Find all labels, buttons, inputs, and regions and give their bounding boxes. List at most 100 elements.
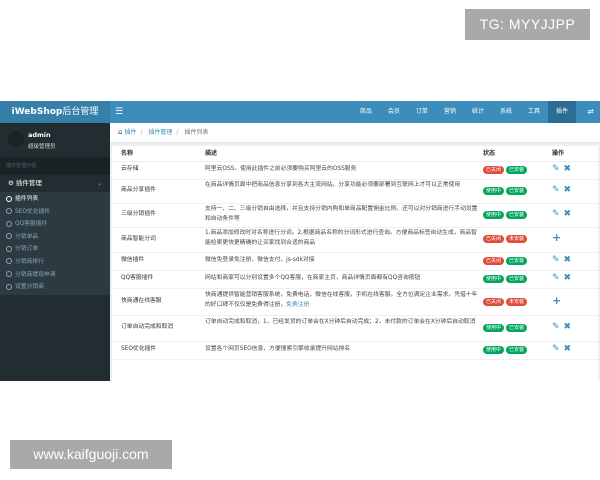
plugin-desc: 1,商品添加修改时对名称进行分词。2,根据商品名称的分词形式进行查询。方便商品标…: [205, 230, 477, 246]
breadcrumb-home[interactable]: 插件: [124, 129, 136, 136]
install-badge: 已安装: [506, 211, 528, 219]
install-badge: 已安装: [506, 166, 528, 174]
top-nav: 商品 会员 订单 营销 统计 系统 工具 插件: [352, 101, 576, 123]
sidebar-item-plugin-list[interactable]: 插件列表: [0, 193, 110, 206]
chevron-down-icon: ⌄: [96, 180, 102, 187]
install-badge: 未安装: [506, 298, 528, 306]
col-action: 操作: [552, 150, 565, 157]
plugin-name: 商品智能分词: [121, 236, 156, 242]
plugin-name: 订单自动完成和取消: [121, 324, 174, 330]
brand-logo[interactable]: iWebShop后台管理: [0, 101, 110, 123]
home-icon: ⌂: [118, 128, 123, 136]
sidebar-item-dist-withdraw[interactable]: 分销商提现申请: [0, 269, 110, 282]
status-badge: 使用中: [483, 346, 505, 354]
circle-icon: [6, 271, 12, 278]
install-badge: 已安装: [506, 275, 528, 283]
brand-subtitle: 后台管理: [62, 107, 99, 117]
sidebar-item-dist-goods[interactable]: 分销单品: [0, 231, 110, 244]
plugin-name: QQ客服插件: [121, 275, 154, 281]
col-status: 状态: [483, 150, 496, 157]
plugin-desc: 阿里云OSS。使用此插件之前必须要购买阿里云的OSS服务: [205, 166, 357, 172]
sidebar-item-dist-rank[interactable]: 分销商排行: [0, 256, 110, 269]
watermark-bottom: www.kaifguoji.com: [10, 440, 172, 469]
edit-icon[interactable]: ✎: [552, 323, 560, 332]
install-badge: 未安装: [506, 235, 528, 243]
nav-goods[interactable]: 商品: [352, 101, 380, 123]
plus-icon[interactable]: +: [552, 232, 561, 243]
close-icon[interactable]: ✖: [564, 165, 572, 174]
edit-icon[interactable]: ✎: [552, 186, 560, 195]
table-row: 快商通在线客服 快商通提供智能营销客服系统，免费电话，微信在线客服，手机在线客服…: [112, 288, 598, 316]
close-icon[interactable]: ✖: [564, 323, 572, 332]
sidebar-item-seo[interactable]: SEO优化插件: [0, 206, 110, 219]
plugin-table: 名称 描述 状态 操作 云存储 阿里云OSS。使用此插件之前必须要购买阿里云的O…: [112, 146, 598, 381]
nav-marketing[interactable]: 营销: [436, 101, 464, 123]
plugin-desc: 网站和商家可以分别设置多个QQ客服，在商家主页，商品详情页面都有QQ咨询按钮: [205, 275, 421, 281]
col-desc: 描述: [205, 150, 218, 157]
edit-icon[interactable]: ✎: [552, 210, 560, 219]
plus-icon[interactable]: +: [552, 295, 561, 306]
nav-statistics[interactable]: 统计: [464, 101, 492, 123]
plugin-name: 快商通在线客服: [121, 298, 162, 304]
breadcrumb-separator: /: [140, 129, 143, 136]
table-row: 订单自动完成和取消 订单自动完成和取消，1，已经发货的订单会在X分钟后自动完成；…: [112, 315, 598, 342]
circle-icon: [6, 208, 12, 215]
sidebar-group-plugins[interactable]: ⚙ 插件管理 ⌄: [0, 175, 110, 192]
circle-icon: [6, 220, 12, 227]
install-badge: 已安装: [506, 346, 528, 354]
table-row: 三级分销插件 支持一、二、三级分销自由选择，并且支持分销内购和单商品配置佣金比例…: [112, 203, 598, 228]
close-icon[interactable]: ✖: [564, 345, 572, 354]
register-link[interactable]: 免费注册: [286, 302, 309, 308]
sidebar-submenu: 插件列表 SEO优化插件 QQ客服插件 分销单品 分销订单 分销商排行 分销商提…: [0, 192, 110, 295]
nav-members[interactable]: 会员: [380, 101, 408, 123]
circle-icon: [6, 233, 12, 240]
plugin-desc: 设置各个网页SEO信息，方便搜索引擎收录提升网站排名: [205, 346, 351, 352]
edit-icon[interactable]: ✎: [552, 345, 560, 354]
close-icon[interactable]: ✖: [564, 186, 572, 195]
circle-icon: [6, 283, 12, 290]
status-badge: 使用中: [483, 275, 505, 283]
share-icon[interactable]: ⇌: [587, 101, 594, 123]
status-badge: 已关闭: [483, 298, 505, 306]
close-icon[interactable]: ✖: [564, 256, 572, 265]
sidebar-item-dist-orders[interactable]: 分销订单: [0, 243, 110, 256]
sidebar-group-label: 插件管理: [15, 179, 42, 187]
cogs-icon: ⚙: [8, 179, 14, 187]
nav-system[interactable]: 系统: [492, 101, 520, 123]
edit-icon[interactable]: ✎: [552, 256, 560, 265]
bars-icon[interactable]: ☰: [115, 101, 127, 123]
plugin-name: 三级分销插件: [121, 211, 156, 217]
sidebar-item-label: QQ客服插件: [15, 221, 48, 228]
plugin-name: 商品分享插件: [121, 187, 156, 193]
plugin-desc: 支持一、二、三级分销自由选择，并且支持分销内购和单商品配置佣金比例。还可以对分销…: [205, 206, 478, 222]
edit-icon[interactable]: ✎: [552, 274, 560, 283]
plugin-name: SEO优化插件: [121, 346, 157, 352]
status-badge: 已关闭: [483, 257, 505, 265]
nav-plugins[interactable]: 插件: [547, 101, 576, 123]
status-badge: 使用中: [483, 324, 505, 332]
table-row: 商品智能分词 1,商品添加修改时对名称进行分词。2,根据商品名称的分词形式进行查…: [112, 227, 598, 253]
plugin-desc-text: 快商通提供智能营销客服系统，免费电话，微信在线客服，手机在线客服。全方位满足企业…: [205, 292, 478, 308]
user-panel: admin 超级管理员: [0, 123, 110, 157]
sidebar-item-label: 分销单品: [15, 233, 39, 240]
status-badge: 使用中: [483, 211, 505, 219]
app-window: iWebShop后台管理 ☰ 商品 会员 订单 营销 统计 系统 工具 插件 ⇌…: [0, 101, 600, 381]
plugin-desc: 快商通提供智能营销客服系统，免费电话，微信在线客服，手机在线客服。全方位满足企业…: [205, 291, 480, 310]
breadcrumb-current: 插件列表: [184, 129, 209, 136]
nav-tools[interactable]: 工具: [520, 101, 548, 123]
breadcrumb-parent[interactable]: 插件管理: [148, 129, 172, 136]
sidebar-item-qq[interactable]: QQ客服插件: [0, 218, 110, 231]
user-name: admin: [28, 131, 51, 139]
edit-icon[interactable]: ✎: [552, 165, 560, 174]
nav-orders[interactable]: 订单: [408, 101, 436, 123]
circle-icon: [6, 195, 12, 202]
close-icon[interactable]: ✖: [564, 210, 572, 219]
sidebar-item-label: 分销订单: [15, 246, 39, 253]
sidebar-item-dist-setting[interactable]: 设置分销商: [0, 281, 110, 294]
sidebar-item-label: 插件列表: [15, 196, 39, 202]
sidebar-section-label: 插件管理分组: [0, 157, 110, 175]
table-row: 云存储 阿里云OSS。使用此插件之前必须要购买阿里云的OSS服务 已关闭 已安装 …: [112, 161, 598, 180]
table-row: SEO优化插件 设置各个网页SEO信息，方便搜索引擎收录提升网站排名 使用中 已安…: [112, 341, 598, 360]
close-icon[interactable]: ✖: [564, 274, 572, 283]
sidebar: admin 超级管理员 插件管理分组 ⚙ 插件管理 ⌄ 插件列表 SEO优化插件…: [0, 123, 110, 381]
